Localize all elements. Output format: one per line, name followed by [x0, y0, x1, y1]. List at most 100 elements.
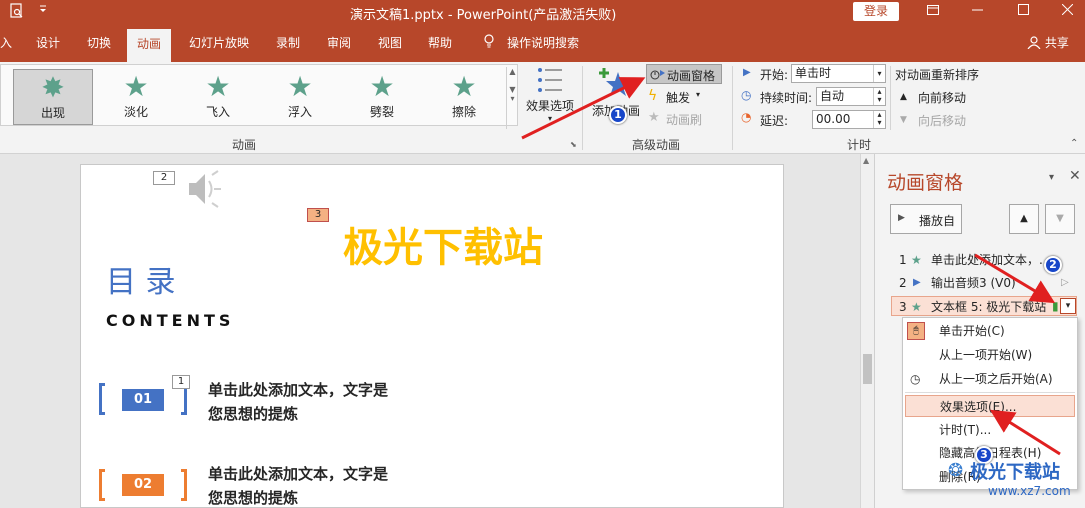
dialog-launcher-icon[interactable]: ⬊: [570, 140, 577, 149]
play-icon: ▶: [743, 67, 751, 78]
close-pane-icon[interactable]: ✕: [1069, 168, 1081, 184]
tab-animations[interactable]: 动画: [127, 29, 172, 62]
menu-label: 效果选项(E)...: [940, 400, 1017, 414]
slide-heading[interactable]: 目 录: [106, 257, 176, 301]
item1-text-line2[interactable]: 您思想的提炼: [208, 403, 298, 424]
menu-item-after-previous[interactable]: ◷ 从上一项之后开始(A): [903, 368, 1077, 390]
menu-item-with-previous[interactable]: 从上一项开始(W): [903, 344, 1077, 366]
share-label: 共享: [1044, 36, 1069, 50]
gallery-item-appear[interactable]: ✸ 出现: [13, 69, 93, 125]
item1-text-line1[interactable]: 单击此处添加文本，文字是: [208, 379, 388, 400]
gallery-item-float-in[interactable]: ★ 浮入: [260, 69, 340, 125]
pane-options-icon[interactable]: ▾: [1049, 172, 1054, 183]
item-dropdown-button[interactable]: ▾: [1060, 298, 1076, 314]
tab-record[interactable]: 录制: [276, 34, 300, 51]
gallery-scroll[interactable]: ▲ ▼ ▾: [506, 67, 518, 129]
add-animation-icon: [599, 68, 630, 96]
watermark-url: www.xz7.com: [988, 484, 1071, 498]
item-text: 输出音频3 (V0): [931, 276, 1016, 290]
move-down-button[interactable]: ▼: [1045, 204, 1075, 234]
bracket-right: [181, 469, 187, 501]
animation-painter-button[interactable]: ★ 动画刷: [648, 110, 708, 128]
gallery-item-wipe[interactable]: ★ 擦除: [424, 69, 504, 125]
gallery-label: 浮入: [287, 105, 312, 119]
move-up-button[interactable]: ▲: [1009, 204, 1039, 234]
trigger-button[interactable]: ϟ 触发 ▾: [648, 88, 708, 106]
brand-title[interactable]: 极光下载站: [343, 215, 543, 273]
step-badge-1: 1: [609, 106, 627, 124]
tab-view[interactable]: 视图: [378, 34, 402, 51]
quick-access-dropdown-icon[interactable]: [38, 3, 48, 18]
item2-text-line1[interactable]: 单击此处添加文本，文字是: [208, 463, 388, 484]
animation-tag: 3: [307, 208, 329, 222]
contents-subtitle[interactable]: CONTENTS: [106, 311, 234, 330]
restore-icon[interactable]: [1008, 2, 1038, 22]
gallery-item-fly-in[interactable]: ★ 飞入: [178, 69, 258, 125]
gallery-label: 出现: [40, 106, 65, 120]
animation-pane-label: 动画窗格: [667, 69, 716, 83]
delay-spinner[interactable]: 00.00 ▴ ▾: [812, 110, 886, 129]
tab-transitions[interactable]: 切换: [87, 34, 111, 51]
ribbon-display-icon[interactable]: [918, 2, 948, 22]
gallery-label: 劈裂: [369, 105, 394, 119]
scroll-up-icon[interactable]: ▲: [863, 156, 869, 165]
star-icon: ★: [451, 70, 477, 103]
gallery-item-fade[interactable]: ★ 淡化: [96, 69, 176, 125]
share-button[interactable]: 共享: [1027, 34, 1069, 51]
start-select[interactable]: 单击时 ▾: [791, 64, 886, 83]
play-from-label: 播放自: [919, 214, 956, 228]
tab-design[interactable]: 设计: [36, 34, 60, 51]
group-label-animation: 动画: [232, 138, 257, 152]
window-title: 演示文稿1.pptx - PowerPoint(产品激活失败): [350, 8, 617, 23]
animation-list-item-selected[interactable]: 3 ★ 文本框 5: 极光下载站 ▮ ▾: [891, 296, 1077, 316]
menu-item-start-on-click[interactable]: 🖰 单击开始(C): [903, 320, 1077, 342]
timeline-marker-icon: ▷: [1061, 277, 1069, 288]
duration-value: 自动: [820, 89, 845, 103]
menu-item-timing[interactable]: 计时(T)...: [903, 419, 1077, 441]
reorder-title: 对动画重新排序: [895, 68, 980, 82]
arrow-down-icon: ▼: [1056, 213, 1064, 224]
play-from-button[interactable]: ▶ 播放自: [890, 204, 962, 234]
print-preview-icon[interactable]: [10, 3, 24, 22]
separator: [890, 66, 891, 130]
login-button[interactable]: 登录: [853, 2, 899, 21]
powerpoint-window: 演示文稿1.pptx - PowerPoint(产品激活失败) 登录 入 设计 …: [0, 0, 1085, 508]
delay-label: 延迟:: [760, 114, 789, 128]
slide-scrollbar[interactable]: ▲: [860, 154, 874, 508]
separator: [582, 66, 583, 150]
slide-canvas[interactable]: 2 3 极光下载站 目 录 CONTENTS 01 1 单击此处添加文本，文字是…: [80, 164, 784, 508]
arrow-up-icon: ▲: [900, 92, 907, 102]
item2-text-line2[interactable]: 您思想的提炼: [208, 487, 298, 508]
duration-spinner[interactable]: 自动 ▴ ▾: [816, 87, 886, 106]
gallery-label: 淡化: [123, 105, 148, 119]
chevron-down-icon: ▾: [547, 114, 552, 123]
star-icon: ★: [287, 70, 313, 103]
delay-clock-icon: ◔: [741, 110, 752, 124]
item-number: 3: [899, 300, 907, 314]
gallery-item-split[interactable]: ★ 劈裂: [342, 69, 422, 125]
tab-help[interactable]: 帮助: [428, 34, 452, 51]
move-earlier-button[interactable]: ▲ 向前移动: [900, 88, 980, 106]
menu-item-effect-options[interactable]: 效果选项(E)...: [905, 395, 1075, 417]
scroll-thumb[interactable]: [863, 354, 872, 384]
tab-slideshow[interactable]: 幻灯片放映: [189, 34, 249, 51]
tab-insert[interactable]: 入: [0, 34, 12, 51]
tell-me-search[interactable]: 操作说明搜索: [507, 34, 579, 51]
play-icon: ▶: [913, 277, 921, 288]
tab-review[interactable]: 审阅: [327, 34, 351, 51]
move-later-button[interactable]: ▼ 向后移动: [900, 111, 980, 129]
close-icon[interactable]: [1052, 2, 1082, 22]
animation-pane-button[interactable]: 动画窗格: [646, 64, 722, 84]
animation-list-item[interactable]: 2 ▶ 输出音频3 (V0) ▷: [891, 273, 1077, 293]
speaker-icon[interactable]: [185, 169, 221, 209]
minimize-icon[interactable]: [962, 2, 992, 22]
pane-title: 动画窗格: [887, 172, 964, 194]
star-icon: ★: [205, 70, 231, 103]
effect-options-button[interactable]: 效果选项 ▾: [524, 66, 576, 126]
bracket-left: [99, 469, 105, 501]
delay-value: 00.00: [816, 112, 851, 126]
trigger-label: 触发: [666, 91, 691, 105]
item-number-2: 02: [122, 474, 164, 496]
collapse-ribbon-icon[interactable]: ⌃: [1070, 138, 1078, 149]
animation-gallery: ✸ 出现 ★ 淡化 ★ 飞入 ★ 浮入 ★ 劈裂 ★ 擦除 ▲ ▼ ▾: [0, 64, 518, 129]
